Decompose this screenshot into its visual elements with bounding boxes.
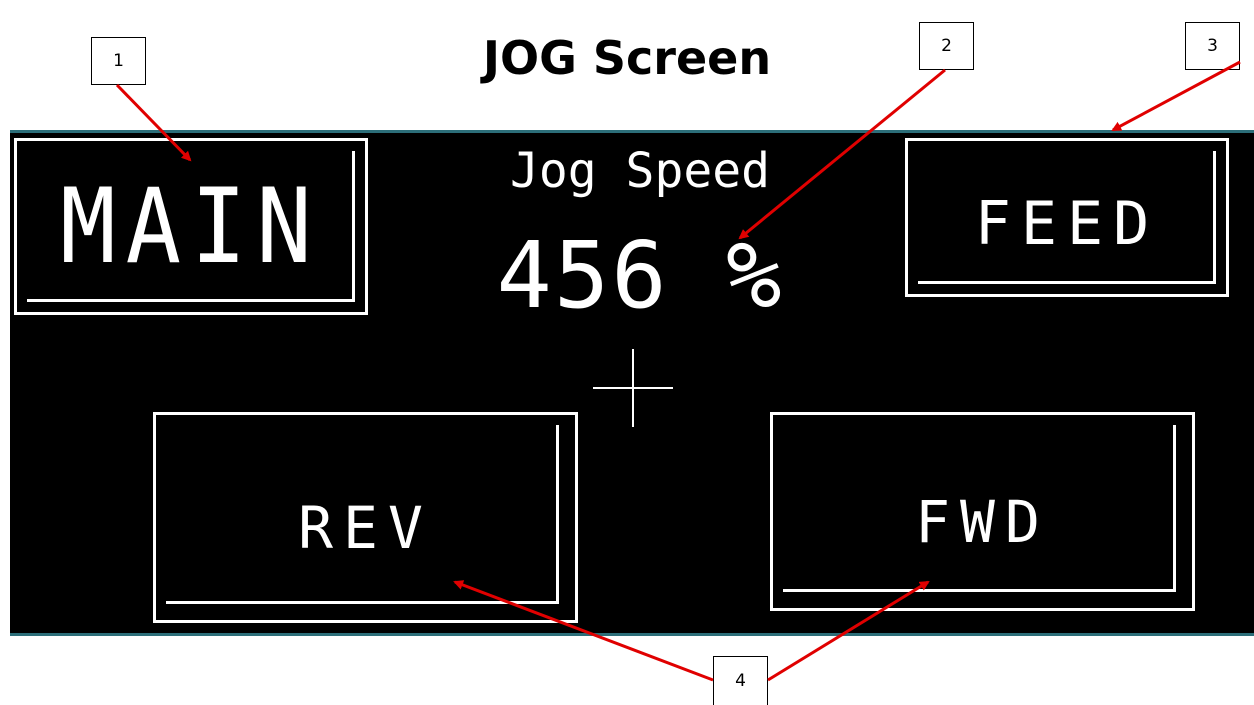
fwd-button[interactable]: FWD bbox=[770, 412, 1195, 611]
document-title: JOG Screen bbox=[482, 31, 772, 85]
rev-button[interactable]: REV bbox=[153, 412, 578, 623]
button-bevel bbox=[783, 425, 1176, 592]
button-bevel bbox=[166, 425, 559, 604]
button-bevel bbox=[918, 151, 1216, 284]
callout-2: 2 bbox=[919, 22, 974, 70]
crosshair-icon bbox=[632, 349, 634, 427]
main-button-label: MAIN bbox=[60, 166, 322, 287]
jog-speed-label: Jog Speed bbox=[509, 143, 771, 199]
main-button[interactable]: MAIN bbox=[14, 138, 368, 315]
feed-button[interactable]: FEED bbox=[905, 138, 1229, 297]
hmi-jog-panel: MAIN Jog Speed 456 % FEED REV FWD bbox=[10, 130, 1254, 636]
callout-3: 3 bbox=[1185, 22, 1240, 70]
callout-4: 4 bbox=[713, 656, 768, 705]
jog-speed-readout: 456 % bbox=[470, 221, 810, 331]
jog-speed-value: 456 bbox=[496, 222, 669, 329]
jog-speed-unit: % bbox=[726, 222, 784, 329]
callout-1: 1 bbox=[91, 37, 146, 85]
